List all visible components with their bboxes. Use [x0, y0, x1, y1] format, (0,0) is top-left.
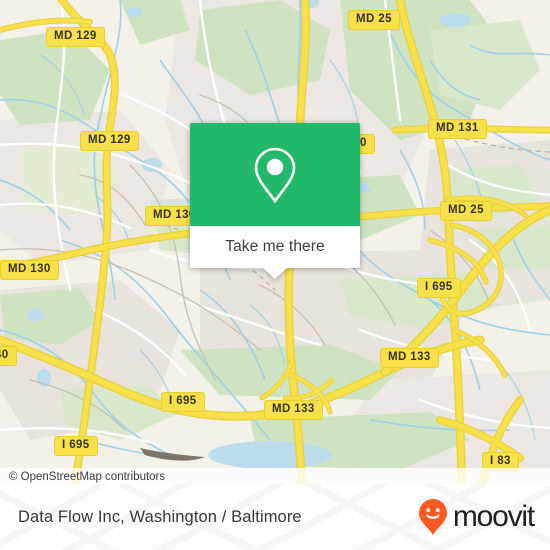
- card-icon-area: [190, 123, 360, 226]
- map-attribution-bar: © OpenStreetMap contributors: [0, 468, 550, 484]
- road-shield: MD 129: [46, 27, 105, 47]
- road-shield: MD 129: [80, 131, 139, 151]
- moovit-wordmark: moovit: [452, 500, 535, 533]
- moovit-logo[interactable]: moovit: [418, 484, 535, 550]
- road-shield: MD 133: [380, 348, 439, 368]
- road-shield: 40: [0, 346, 17, 366]
- road-shield: I 695: [161, 392, 205, 412]
- osm-attribution-text: © OpenStreetMap contributors: [9, 470, 166, 483]
- road-shield: MD 25: [440, 201, 492, 221]
- road-shield: MD 131: [428, 119, 487, 139]
- page-title: Data Flow Inc, Washington / Baltimore: [18, 507, 302, 526]
- moovit-smiling-pin-icon: [418, 499, 447, 535]
- footer-bar: Data Flow Inc, Washington / Baltimore mo…: [0, 484, 550, 550]
- road-shield: MD 133: [264, 400, 323, 420]
- road-shield: MD 25: [348, 10, 400, 30]
- card-pointer: [263, 268, 287, 279]
- map-pin-icon: [254, 147, 296, 203]
- take-me-there-label: Take me there: [225, 238, 325, 255]
- moovit-location-map-screen: .land{fill:#f4f1ea} .resid{fill:#ece7e2}…: [0, 0, 550, 550]
- location-popup-card[interactable]: Take me there: [190, 123, 360, 279]
- map-canvas[interactable]: .land{fill:#f4f1ea} .resid{fill:#ece7e2}…: [0, 0, 550, 484]
- road-shield: MD 130: [0, 260, 59, 280]
- road-shield: I 695: [54, 436, 98, 456]
- card-action-area[interactable]: Take me there: [190, 226, 360, 279]
- road-shield: I 695: [417, 278, 461, 298]
